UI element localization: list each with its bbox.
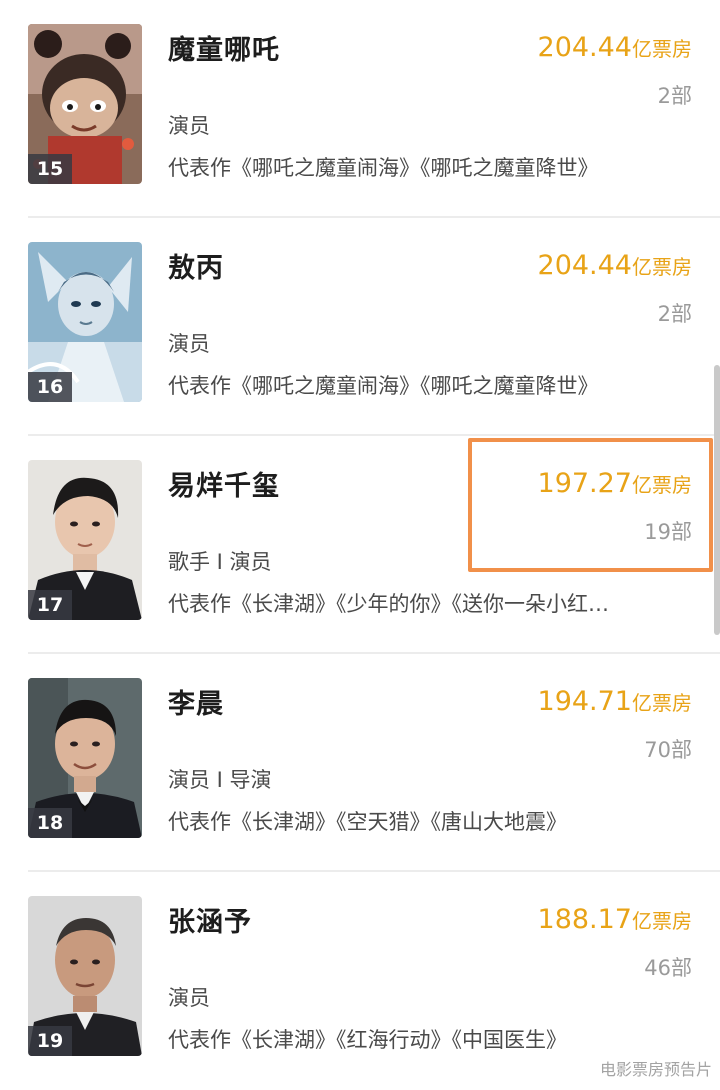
film-count: 2部 — [657, 84, 692, 108]
actor-name[interactable]: 敖丙 — [168, 246, 224, 285]
poster-image[interactable]: 19 — [28, 896, 142, 1056]
actor-name[interactable]: 易烊千玺 — [168, 464, 280, 503]
roles-text: 演员 — [168, 986, 210, 1010]
representative-works: 代表作《哪吒之魔童闹海》《哪吒之魔童降世》 — [168, 156, 599, 180]
film-count: 19部 — [644, 520, 692, 544]
list-item[interactable]: 17 易烊千玺 197.27亿票房 19部 歌手 I 演员 代表作《长津湖》《少… — [0, 436, 720, 654]
roles-text: 演员 — [168, 332, 210, 356]
rank-badge: 19 — [28, 1026, 72, 1056]
film-count: 70部 — [644, 738, 692, 762]
rank-badge: 15 — [28, 154, 72, 184]
rank-badge: 18 — [28, 808, 72, 838]
film-count: 2部 — [657, 302, 692, 326]
film-count: 46部 — [644, 956, 692, 980]
roles-text: 歌手 I 演员 — [168, 550, 272, 574]
box-office: 194.71亿票房 — [538, 686, 692, 717]
box-office-value: 204.44 — [537, 250, 632, 281]
rank-badge: 17 — [28, 590, 72, 620]
actor-name[interactable]: 魔童哪吒 — [168, 28, 280, 67]
roles-text: 演员 — [168, 114, 210, 138]
list-item[interactable]: 18 李晨 194.71亿票房 70部 演员 I 导演 代表作《长津湖》《空天猎… — [0, 654, 720, 872]
box-office-unit: 亿票房 — [632, 473, 692, 497]
box-office-value: 204.44 — [537, 32, 632, 63]
poster-image[interactable]: 15 — [28, 24, 142, 184]
actor-name[interactable]: 张涵予 — [168, 900, 252, 939]
box-office: 204.44亿票房 — [538, 250, 692, 281]
box-office-value: 197.27 — [537, 468, 632, 499]
box-office-unit: 亿票房 — [632, 37, 692, 61]
poster-image[interactable]: 17 — [28, 460, 142, 620]
poster-image[interactable]: 16 — [28, 242, 142, 402]
box-office-value: 188.17 — [537, 904, 632, 935]
representative-works: 代表作《长津湖》《空天猎》《唐山大地震》 — [168, 810, 567, 834]
poster-image[interactable]: 18 — [28, 678, 142, 838]
box-office-unit: 亿票房 — [632, 909, 692, 933]
list-item[interactable]: 15 魔童哪吒 204.44亿票房 2部 演员 代表作《哪吒之魔童闹海》《哪吒之… — [0, 0, 720, 218]
box-office-value: 194.71 — [537, 686, 632, 717]
list-item[interactable]: 16 敖丙 204.44亿票房 2部 演员 代表作《哪吒之魔童闹海》《哪吒之魔童… — [0, 218, 720, 436]
representative-works: 代表作《长津湖》《少年的你》《送你一朵小红… — [168, 592, 609, 616]
box-office: 188.17亿票房 — [538, 904, 692, 935]
scrollbar[interactable] — [714, 365, 720, 635]
representative-works: 代表作《哪吒之魔童闹海》《哪吒之魔童降世》 — [168, 374, 599, 398]
representative-works: 代表作《长津湖》《红海行动》《中国医生》 — [168, 1028, 567, 1052]
actor-name[interactable]: 李晨 — [168, 682, 224, 721]
rank-badge: 16 — [28, 372, 72, 402]
box-office: 197.27亿票房 — [538, 468, 692, 499]
box-office-unit: 亿票房 — [632, 691, 692, 715]
roles-text: 演员 I 导演 — [168, 768, 272, 792]
watermark: 电影票房预告片 — [599, 1060, 712, 1079]
box-office: 204.44亿票房 — [538, 32, 692, 63]
box-office-unit: 亿票房 — [632, 255, 692, 279]
